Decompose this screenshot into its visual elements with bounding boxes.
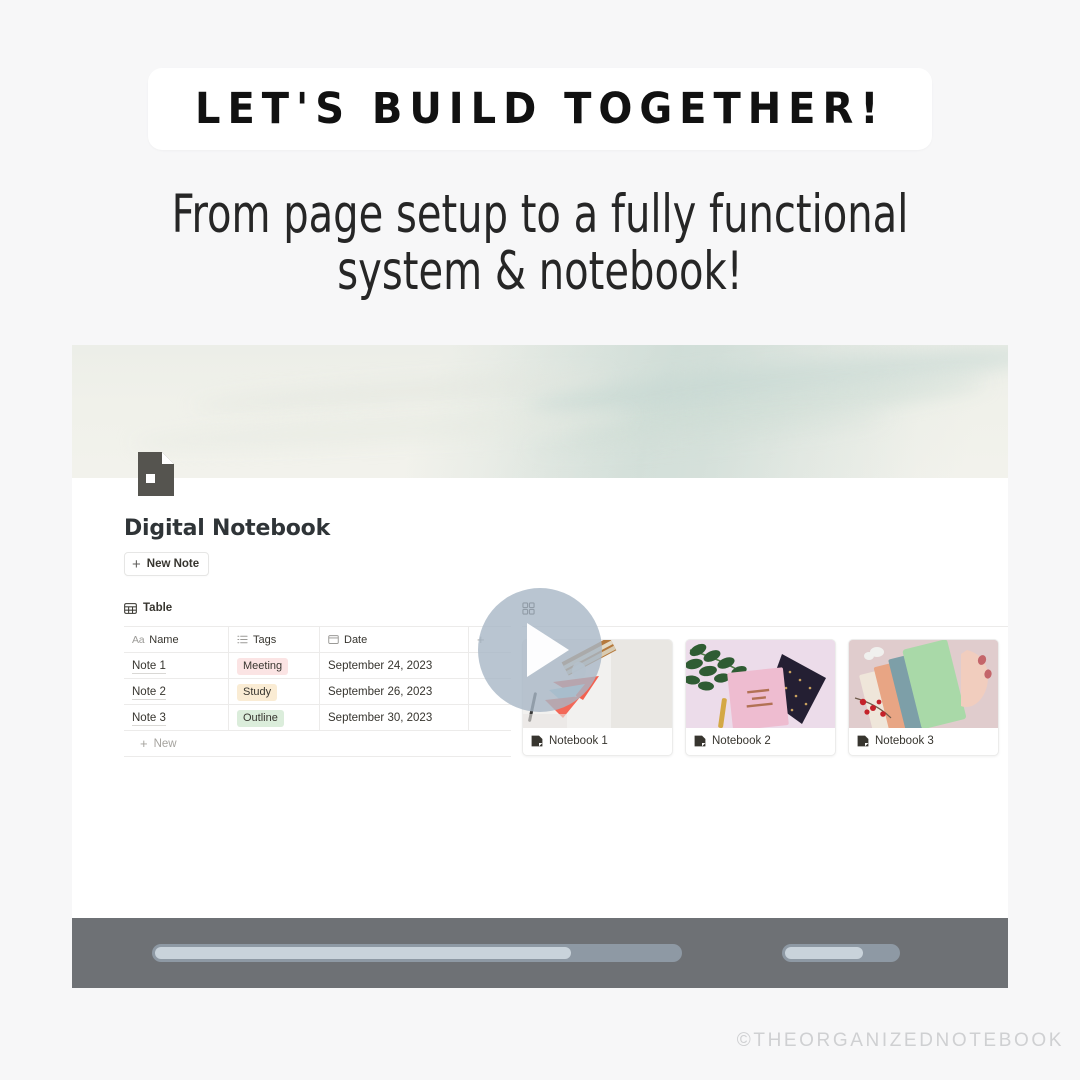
note-page-icon — [857, 735, 869, 747]
notes-table: Aa Name Tags Date Note 1 Meeting Septemb… — [124, 626, 511, 757]
cell-tags[interactable]: Outline — [228, 704, 320, 731]
cell-date[interactable]: September 30, 2023 — [319, 704, 469, 731]
table-row[interactable]: Note 1 Meeting September 24, 2023 — [124, 652, 511, 679]
card-footer: Notebook 3 — [849, 728, 998, 755]
note-page-icon — [694, 735, 706, 747]
column-header-name-label: Name — [149, 633, 179, 646]
play-button-overlay[interactable] — [478, 588, 602, 712]
page-body: Digital Notebook + New Note Table Aa Nam… — [72, 478, 1008, 988]
card-footer: Notebook 1 — [523, 728, 672, 755]
cell-tags[interactable]: Meeting — [228, 652, 320, 679]
card-thumbnail-notebook-3 — [849, 640, 998, 728]
table-row[interactable]: Note 3 Outline September 30, 2023 — [124, 704, 511, 731]
card-thumbnail-notebook-2 — [686, 640, 835, 728]
headline-banner: LET'S BUILD TOGETHER! — [148, 68, 932, 150]
pastel-notebooks-art — [849, 640, 998, 728]
page-cover-image — [72, 345, 1008, 478]
cell-date[interactable]: September 24, 2023 — [319, 652, 469, 679]
new-note-button-label: New Note — [146, 558, 200, 570]
plus-icon: + — [140, 736, 148, 751]
volume-slider[interactable] — [782, 944, 900, 962]
table-icon — [124, 602, 137, 614]
calendar-icon — [328, 635, 339, 645]
gallery-card[interactable]: Notebook 2 — [685, 639, 836, 756]
embedded-app-window: Digital Notebook + New Note Table Aa Nam… — [72, 345, 1008, 988]
pink-journal-art — [686, 640, 835, 728]
table-header-row: Aa Name Tags Date — [124, 626, 511, 653]
status-badge: Study — [237, 684, 278, 701]
column-header-date[interactable]: Date — [319, 626, 469, 653]
progress-slider[interactable] — [152, 944, 682, 962]
status-badge: Outline — [237, 710, 284, 727]
watermark: ©THEORGANIZEDNOTEBOOK — [736, 1030, 1064, 1051]
cell-name[interactable]: Note 2 — [124, 678, 229, 705]
multiselect-icon — [237, 635, 248, 644]
card-title: Notebook 3 — [875, 735, 934, 747]
page-title: Digital Notebook — [124, 516, 331, 541]
table-new-row[interactable]: + New — [124, 730, 511, 757]
progress-fill — [155, 947, 571, 959]
gallery-card[interactable]: Notebook 3 — [848, 639, 999, 756]
view-tab-table[interactable]: Table — [124, 598, 484, 618]
column-header-tags[interactable]: Tags — [228, 626, 320, 653]
new-row-cell[interactable]: + New — [124, 730, 511, 757]
view-tab-gallery[interactable] — [522, 598, 1008, 618]
card-title: Notebook 1 — [549, 735, 608, 747]
new-note-button[interactable]: + New Note — [124, 552, 210, 576]
subtitle-text: From page setup to a fully functional sy… — [171, 184, 909, 302]
card-title: Notebook 2 — [712, 735, 771, 747]
volume-fill — [785, 947, 863, 959]
cell-tags[interactable]: Study — [228, 678, 320, 705]
column-header-name[interactable]: Aa Name — [124, 626, 229, 653]
status-badge: Meeting — [237, 658, 289, 675]
card-footer: Notebook 2 — [686, 728, 835, 755]
plus-icon: + — [132, 555, 141, 573]
headline-text: LET'S BUILD TOGETHER! — [194, 84, 886, 134]
column-header-tags-label: Tags — [253, 633, 277, 646]
cell-date[interactable]: September 26, 2023 — [319, 678, 469, 705]
text-property-icon: Aa — [132, 633, 145, 646]
new-row-label: New — [153, 737, 177, 750]
cell-name[interactable]: Note 1 — [124, 652, 229, 679]
cell-name[interactable]: Note 3 — [124, 704, 229, 731]
note-page-icon — [531, 735, 543, 747]
play-icon — [527, 623, 569, 677]
column-header-date-label: Date — [344, 633, 368, 646]
page-icon[interactable] — [136, 450, 176, 498]
video-player-bar — [72, 918, 1008, 988]
view-tab-table-label: Table — [143, 602, 173, 614]
table-view: Table Aa Name Tags Date Note 1 Meeting S… — [124, 598, 511, 757]
table-row[interactable]: Note 2 Study September 26, 2023 — [124, 678, 511, 705]
